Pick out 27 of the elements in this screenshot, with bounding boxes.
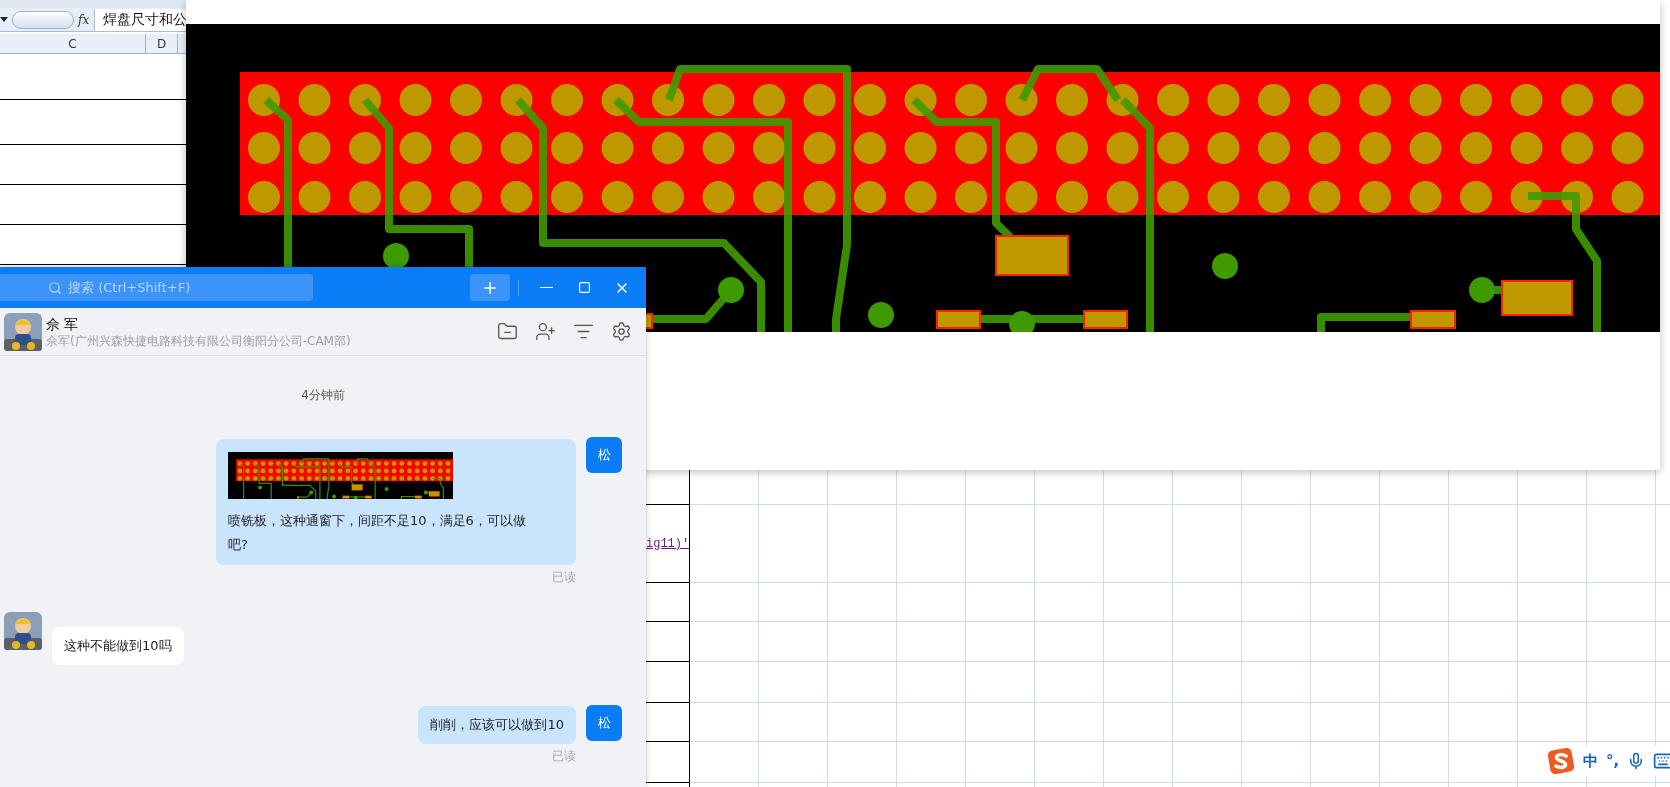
dropdown-arrow-icon[interactable] — [0, 17, 8, 22]
avatar[interactable] — [4, 612, 42, 650]
punctuation-mode[interactable]: °, — [1606, 749, 1620, 773]
contact-name: 佘 军 — [46, 314, 80, 333]
add-person-icon[interactable] — [535, 321, 556, 342]
avatar[interactable]: 松 — [586, 705, 622, 741]
column-header[interactable]: D — [146, 34, 178, 53]
cell-link[interactable]: ig11)' — [646, 534, 690, 553]
settings-icon[interactable] — [611, 321, 632, 342]
minimize-icon — [539, 286, 553, 289]
maximize-icon — [577, 281, 591, 294]
search-icon — [48, 280, 62, 295]
read-status: 已读 — [552, 748, 576, 765]
input-method-logo-icon[interactable] — [1547, 747, 1575, 775]
column-header[interactable]: C — [0, 34, 146, 53]
function-icon[interactable]: fx — [78, 10, 90, 29]
read-status: 已读 — [552, 569, 576, 586]
folder-icon[interactable] — [497, 321, 518, 342]
avatar[interactable] — [4, 312, 42, 351]
contact-subtitle: 佘军(广州兴森快捷电路科技有限公司衡阳分公司-CAM部) — [46, 332, 351, 349]
message-timestamp: 4分钟前 — [301, 387, 345, 404]
input-mode[interactable]: 中 — [1583, 749, 1598, 773]
message-text: 这种不能做到10吗 — [64, 637, 172, 655]
keyboard-icon[interactable] — [1653, 751, 1670, 771]
message-text: 削削，应该可以做到10 — [430, 716, 564, 734]
avatar[interactable]: 松 — [586, 437, 622, 473]
message-text: 喷铣板，这种通窗下，间距不足10，满足6，可以做吧? — [228, 512, 527, 554]
